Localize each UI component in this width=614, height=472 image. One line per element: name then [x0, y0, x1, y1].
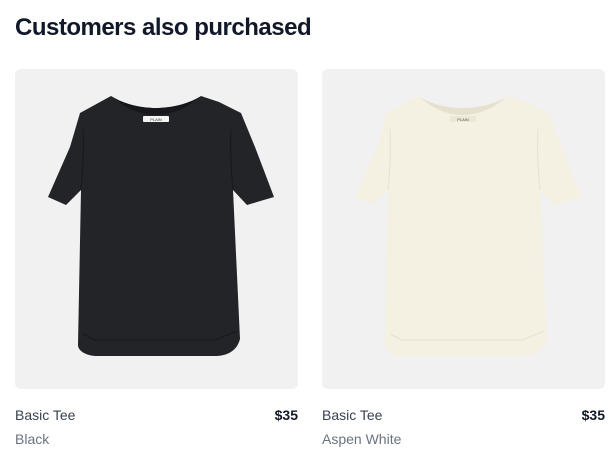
product-price: $35: [274, 407, 298, 423]
product-image[interactable]: PLAIN: [15, 69, 298, 389]
product-name[interactable]: Basic Tee: [322, 405, 382, 425]
tshirt-black-image: PLAIN: [48, 96, 274, 356]
tshirt-shape: [355, 96, 581, 356]
product-color: Aspen White: [322, 431, 402, 447]
product-image[interactable]: PLAIN: [322, 69, 605, 389]
product-card[interactable]: PLAIN Basic Tee $35 Aspen White: [322, 69, 605, 459]
tshirt-white-image: PLAIN: [355, 96, 581, 356]
shirt-tag-label: PLAIN: [150, 117, 162, 122]
shirt-tag-label: PLAIN: [457, 117, 469, 122]
product-price: $35: [581, 407, 605, 423]
customers-also-purchased-section: Customers also purchased PLAIN Basic Tee…: [0, 0, 614, 472]
product-name[interactable]: Basic Tee: [15, 405, 75, 425]
section-title: Customers also purchased: [15, 14, 312, 41]
tshirt-shape: [48, 96, 274, 356]
product-card[interactable]: PLAIN Basic Tee $35 Black: [15, 69, 298, 459]
product-color: Black: [15, 431, 50, 447]
